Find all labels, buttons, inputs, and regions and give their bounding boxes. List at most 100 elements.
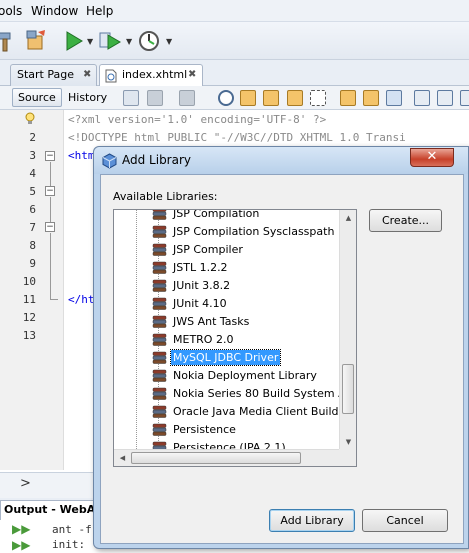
scroll-left-icon[interactable]: ◀ [114, 450, 131, 466]
horizontal-scrollbar[interactable]: ◀ ▶ [114, 449, 356, 466]
line-number: 2 [29, 131, 36, 144]
close-icon: ✕ [426, 149, 438, 164]
find-next-icon[interactable] [263, 90, 279, 106]
library-item-label: Persistence [173, 423, 236, 436]
fold-guide [50, 233, 51, 299]
scroll-corner [339, 449, 356, 466]
debug-icon[interactable] [98, 29, 122, 53]
library-item[interactable]: Nokia Series 80 Build System Ant U [114, 385, 356, 403]
library-item[interactable]: JSP Compilation Sysclasspath [114, 223, 344, 241]
find-icon[interactable] [218, 90, 234, 106]
library-item-label: JSP Compilation Sysclasspath [173, 225, 335, 238]
tab-start-page[interactable]: Start Page ✖ [10, 64, 97, 86]
code-line: <?xml version='1.0' encoding='UTF-8' ?> [68, 113, 327, 126]
line-number: 4 [29, 167, 36, 180]
tab-output[interactable]: Output - WebA [0, 500, 100, 520]
cancel-button[interactable]: Cancel [362, 509, 448, 532]
add-library-button[interactable]: Add Library [269, 509, 355, 532]
library-item[interactable]: JUnit 3.8.2 [114, 277, 344, 295]
library-item-label: JUnit 4.10 [173, 297, 227, 310]
line-number: 8 [29, 239, 36, 252]
library-item-label: JSTL 1.2.2 [173, 261, 228, 274]
library-item-label: JUnit 3.8.2 [173, 279, 231, 292]
find-selection-icon[interactable] [287, 90, 303, 106]
rerun-icon[interactable]: ▶▶ [12, 522, 30, 536]
library-item-label: Nokia Deployment Library [173, 369, 317, 382]
tab-label: Start Page [17, 68, 74, 81]
line-number: 9 [29, 257, 36, 270]
forward-icon[interactable] [179, 90, 195, 106]
profile-dropdown-icon[interactable]: ▼ [166, 37, 172, 46]
library-item[interactable]: Oracle Java Media Client Build Syst [114, 403, 356, 421]
library-item[interactable]: Nokia Deployment Library [114, 367, 344, 385]
dialog-title: Add Library [122, 153, 192, 167]
tab-label: index.xhtml [122, 68, 188, 81]
close-icon[interactable]: ✖ [188, 65, 196, 85]
line-number: 10 [22, 275, 36, 288]
close-icon[interactable]: ✖ [83, 65, 91, 85]
profile-icon[interactable] [137, 29, 161, 53]
run-dropdown-icon[interactable]: ▼ [87, 37, 93, 46]
library-item[interactable]: Persistence [114, 421, 344, 439]
hint-bulb-icon[interactable] [24, 112, 36, 126]
library-item[interactable]: METRO 2.0 [114, 331, 344, 349]
chevron-right-icon[interactable]: > [20, 476, 31, 491]
run-icon[interactable] [62, 29, 86, 53]
debug-dropdown-icon[interactable]: ▼ [126, 37, 132, 46]
history-button[interactable]: History [62, 88, 113, 107]
menu-window[interactable]: Window [31, 4, 78, 18]
library-jar-icon [152, 351, 167, 364]
fold-toggle[interactable]: − [45, 222, 55, 232]
library-jar-icon [152, 423, 167, 436]
next-bookmark-icon[interactable] [363, 90, 379, 106]
last-edit-icon[interactable] [123, 90, 139, 106]
hammer-icon[interactable] [0, 29, 18, 53]
toggle-bookmark-icon[interactable] [386, 90, 402, 106]
fold-toggle[interactable]: − [45, 186, 55, 196]
library-item-label: Oracle Java Media Client Build Syst [173, 405, 357, 418]
scroll-thumb[interactable] [131, 452, 301, 464]
dialog-title-bar[interactable]: Add Library ✕ [94, 147, 468, 174]
add-library-dialog: Add Library ✕ Available Libraries: JSP C… [93, 146, 469, 549]
clean-build-icon[interactable] [24, 28, 48, 52]
line-number: 6 [29, 203, 36, 216]
library-item-label: MySQL JDBC Driver [169, 349, 282, 366]
source-button[interactable]: Source [12, 88, 62, 107]
rectangular-selection-icon[interactable] [310, 90, 326, 106]
rerun-with-params-icon[interactable]: ▶▶ [12, 538, 30, 552]
fold-toggle[interactable]: − [45, 151, 55, 161]
back-icon[interactable] [147, 90, 163, 106]
fold-guide [50, 299, 58, 300]
library-item[interactable]: JUnit 4.10 [114, 295, 344, 313]
library-item[interactable]: JWS Ant Tasks [114, 313, 344, 331]
close-button[interactable]: ✕ [410, 148, 454, 167]
library-jar-icon [152, 315, 167, 328]
create-button[interactable]: Create... [369, 209, 442, 232]
library-jar-icon [152, 225, 167, 238]
library-item[interactable]: MySQL JDBC Driver [114, 349, 344, 367]
library-item[interactable]: JSTL 1.2.2 [114, 259, 344, 277]
menu-bar: ools Window Help [0, 0, 469, 22]
library-item-label: Nokia Series 80 Build System Ant U [173, 387, 357, 400]
record-macro-icon[interactable] [460, 90, 469, 106]
previous-bookmark-icon[interactable] [340, 90, 356, 106]
library-jar-icon [152, 297, 167, 310]
menu-tools[interactable]: ools [0, 4, 22, 18]
shift-left-icon[interactable] [414, 90, 430, 106]
fold-guide [50, 162, 51, 186]
find-previous-icon[interactable] [240, 90, 256, 106]
library-item[interactable]: JSP Compilation [114, 210, 344, 223]
library-list[interactable]: JSP Compilation JSP Compilation Sysclassp… [113, 209, 357, 467]
fold-guide [50, 197, 51, 222]
library-item[interactable]: JSP Compiler [114, 241, 344, 259]
scroll-thumb[interactable] [342, 364, 354, 414]
scroll-up-icon[interactable]: ▲ [340, 210, 356, 227]
tab-index-xhtml[interactable]: index.xhtml ✖ [99, 64, 203, 87]
library-jar-icon [152, 210, 167, 220]
shift-right-icon[interactable] [437, 90, 453, 106]
menu-help[interactable]: Help [86, 4, 113, 18]
vertical-scrollbar[interactable]: ▲ ▼ [339, 210, 356, 451]
code-line: </ht [68, 293, 95, 306]
code-line: <htm [68, 149, 95, 162]
line-number: 12 [22, 311, 36, 324]
